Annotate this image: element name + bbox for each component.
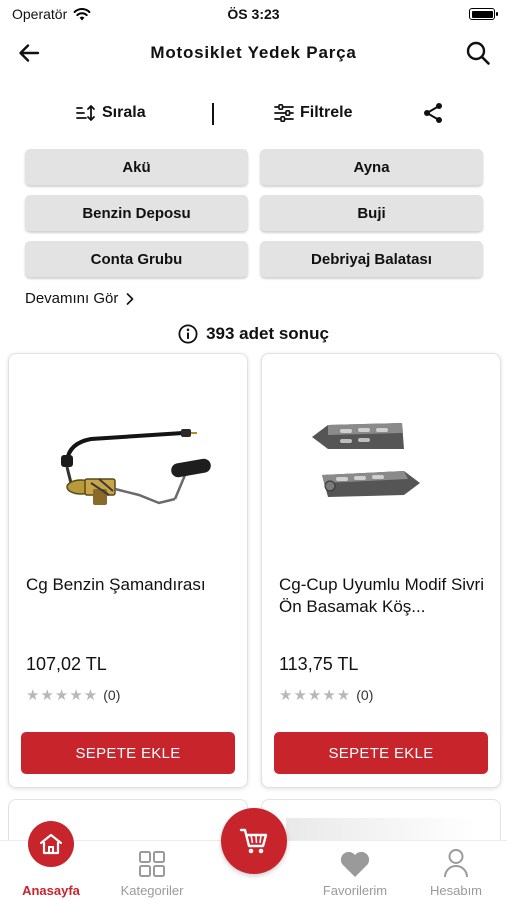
home-icon-badge (28, 821, 74, 867)
product-image (284, 368, 480, 558)
category-chips: Akü Ayna Benzin Deposu Buji Conta Grubu … (25, 149, 483, 277)
sort-filter-toolbar: Sırala Filtrele (0, 96, 507, 130)
chevron-right-icon (127, 292, 134, 305)
tab-categories[interactable]: Kategoriler (107, 845, 197, 900)
tab-favorites-label: Favorilerim (322, 883, 388, 898)
sliders-icon (274, 104, 294, 122)
share-button[interactable] (420, 96, 446, 130)
battery-level (471, 10, 493, 18)
product-rating: ★★★★★ (0) (279, 686, 373, 704)
wifi-icon (73, 8, 91, 21)
category-chip[interactable]: Debriyaj Balatası (260, 241, 483, 277)
product-title[interactable]: Cg Benzin Şamandırası (26, 574, 236, 596)
add-to-cart-button[interactable]: SEPETE EKLE (274, 732, 488, 774)
star-rating-icon: ★★★★★ (279, 687, 352, 704)
sort-label: Sırala (102, 104, 146, 121)
result-count: 393 adet sonuç (0, 324, 507, 344)
status-bar: Operatör ÖS 3:23 (0, 0, 507, 28)
add-to-cart-button[interactable]: SEPETE EKLE (21, 732, 235, 774)
tab-categories-label: Kategoriler (120, 883, 184, 898)
see-more-link[interactable]: Devamını Gör (25, 290, 134, 307)
tab-account[interactable]: Hesabım (411, 845, 501, 900)
tab-account-label: Hesabım (429, 883, 483, 898)
category-chip[interactable]: Conta Grubu (25, 241, 248, 277)
status-carrier-group: Operatör (12, 6, 91, 22)
tab-home[interactable]: Anasayfa (6, 821, 96, 900)
nav-bar: Motosiklet Yedek Parça (0, 30, 507, 76)
tab-home-label: Anasayfa (22, 883, 80, 898)
star-rating-icon: ★★★★★ (26, 687, 99, 704)
user-icon (443, 848, 469, 878)
rating-count: (0) (356, 687, 374, 703)
grid-icon (138, 850, 166, 878)
product-price: 107,02 TL (26, 654, 107, 674)
fuel-float-image (61, 429, 211, 505)
product-rating: ★★★★★ (0) (26, 686, 120, 704)
sort-button[interactable]: Sırala (76, 96, 146, 130)
see-more-label: Devamını Gör (25, 290, 119, 307)
rating-count: (0) (103, 687, 121, 703)
toolbar-divider (212, 103, 214, 125)
category-chip[interactable]: Akü (25, 149, 248, 185)
category-chip[interactable]: Ayna (260, 149, 483, 185)
filter-label: Filtrele (300, 104, 353, 121)
product-price: 113,75 TL (279, 654, 359, 674)
info-icon (178, 324, 198, 344)
battery-icon (469, 8, 498, 20)
arrow-left-icon (19, 44, 40, 62)
product-title[interactable]: Cg-Cup Uyumlu Modif Sivri Ön Basamak Köş… (279, 574, 489, 618)
product-image (31, 368, 227, 558)
heart-icon (339, 850, 371, 878)
cart-icon (239, 828, 268, 854)
result-count-label: 393 adet sonuç (206, 324, 329, 343)
home-icon (39, 833, 63, 855)
filter-button[interactable]: Filtrele (274, 96, 352, 130)
category-chip[interactable]: Buji (260, 195, 483, 231)
tab-favorites[interactable]: Favorilerim (310, 845, 400, 900)
category-chip[interactable]: Benzin Deposu (25, 195, 248, 231)
product-card[interactable]: Cg Benzin Şamandırası 107,02 TL ★★★★★ (0… (8, 353, 248, 788)
share-icon (424, 103, 442, 123)
search-icon (466, 41, 490, 65)
cart-button[interactable] (221, 808, 287, 874)
page-title: Motosiklet Yedek Parça (150, 43, 357, 62)
foot-peg-image (312, 423, 420, 497)
carrier-name: Operatör (12, 6, 68, 22)
search-button[interactable] (463, 38, 493, 68)
back-button[interactable] (14, 38, 44, 68)
sort-icon (76, 105, 95, 121)
product-card[interactable]: Cg-Cup Uyumlu Modif Sivri Ön Basamak Köş… (261, 353, 501, 788)
